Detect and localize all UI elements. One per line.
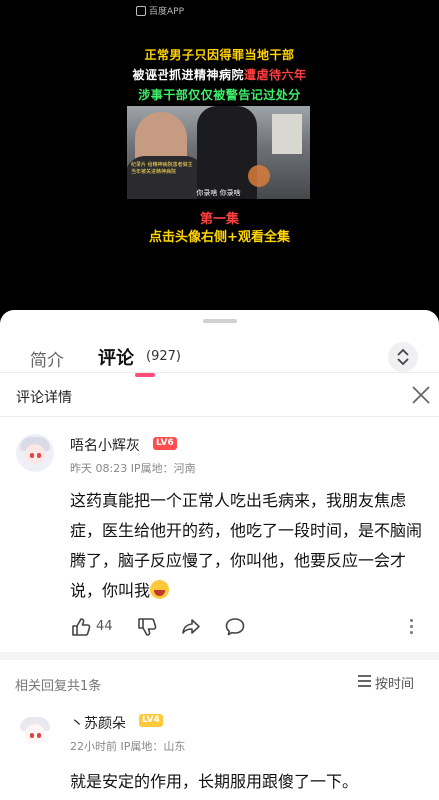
avatar[interactable] [16, 714, 54, 752]
dislike-button[interactable] [136, 616, 158, 638]
tab-comments[interactable]: 评论 [98, 344, 134, 370]
section-divider [0, 652, 439, 660]
comment-username[interactable]: 唔名小辉灰 [70, 435, 140, 455]
sort-label: 按时间 [375, 677, 415, 692]
expand-button[interactable] [388, 342, 418, 372]
chevron-up-down-icon [397, 348, 409, 366]
more-options-icon[interactable] [410, 619, 414, 635]
active-tab-indicator [135, 373, 155, 377]
like-button[interactable]: 44 [70, 616, 113, 638]
avatar[interactable] [16, 434, 54, 472]
hospital-sign [272, 114, 302, 154]
close-button[interactable] [410, 384, 432, 406]
like-count: 44 [96, 619, 113, 634]
sort-lines-icon [358, 675, 371, 690]
comment-meta: 昨天 08:23 IP属地：河南 [70, 462, 196, 475]
video-headline-1: 正常男子只因得罪当地干部 [144, 48, 295, 62]
app-logo-icon [136, 5, 146, 16]
sort-by-time-button[interactable]: 按时间 [358, 673, 414, 692]
divider [0, 372, 439, 373]
blurred-object [248, 165, 270, 187]
comments-count: (927) [146, 349, 181, 364]
tab-intro[interactable]: 简介 [30, 346, 64, 371]
video-headline-3: 涉事干部仅仅被警告记过处分 [138, 88, 301, 102]
level-badge: LV6 [153, 437, 177, 450]
watermark: 百度APP [136, 4, 184, 17]
watermark-text: 百度APP [149, 7, 185, 17]
reply-meta: 22小时前 IP属地：山东 [70, 740, 186, 753]
divider [0, 416, 439, 417]
watch-all-cta: 点击头像右侧+观看全集 [149, 230, 290, 245]
video-frame: 纪录片 给精神病院患者做主 当年被关进精神病院 你录啥 你录啥 [127, 106, 310, 199]
comment-body: 这药真能把一个正常人吃出毛病来，我朋友焦虑症，医生给他开的药，他吃了一段时间，是… [70, 491, 423, 600]
frame-subtitle: 你录啥 你录啥 [196, 189, 241, 197]
video-headline-2a: 被诬관抓进精神病院 [132, 68, 245, 82]
thumbs-down-icon [138, 618, 157, 636]
drag-handle[interactable] [203, 319, 237, 323]
video-player[interactable]: 百度APP 正常男子只因得罪当地干部 被诬관抓进精神病院遭虐待六年 涉事干部仅仅… [0, 0, 439, 318]
episode-label: 第一集 [199, 212, 239, 227]
comment-detail-title: 评论详情 [16, 390, 72, 406]
comment-text: 这药真能把一个正常人吃出毛病来，我朋友焦虑症，医生给他开的药，他吃了一段时间，是… [70, 486, 426, 606]
replies-count-label: 相关回复共1条 [15, 679, 102, 694]
comment-actions: 44 [70, 616, 426, 638]
frame-caption: 纪录片 给精神病院患者做主 当年被关进精神病院 [131, 162, 193, 175]
comment-bubble-icon [225, 618, 245, 636]
reply-button[interactable] [224, 616, 246, 638]
person-figure [197, 106, 257, 199]
crying-emoji-icon [150, 580, 170, 599]
close-icon [412, 386, 430, 404]
reply-username[interactable]: 丶苏颜朵 [70, 713, 126, 733]
reply-text: 就是安定的作用，长期服用跟傻了一下。 [70, 772, 359, 791]
thumbs-up-icon [72, 618, 91, 636]
level-badge: LV4 [139, 714, 163, 727]
share-icon [182, 619, 200, 634]
share-button[interactable] [180, 616, 202, 638]
video-headline-2: 被诬관抓进精神病院遭虐待六年 [0, 66, 439, 83]
video-headline-2b: 遭虐待六年 [244, 68, 307, 82]
comment-sheet: 简介 评论 (927) 评论详情 唔名小辉灰 LV6 昨天 08:23 IP属地… [0, 310, 439, 800]
